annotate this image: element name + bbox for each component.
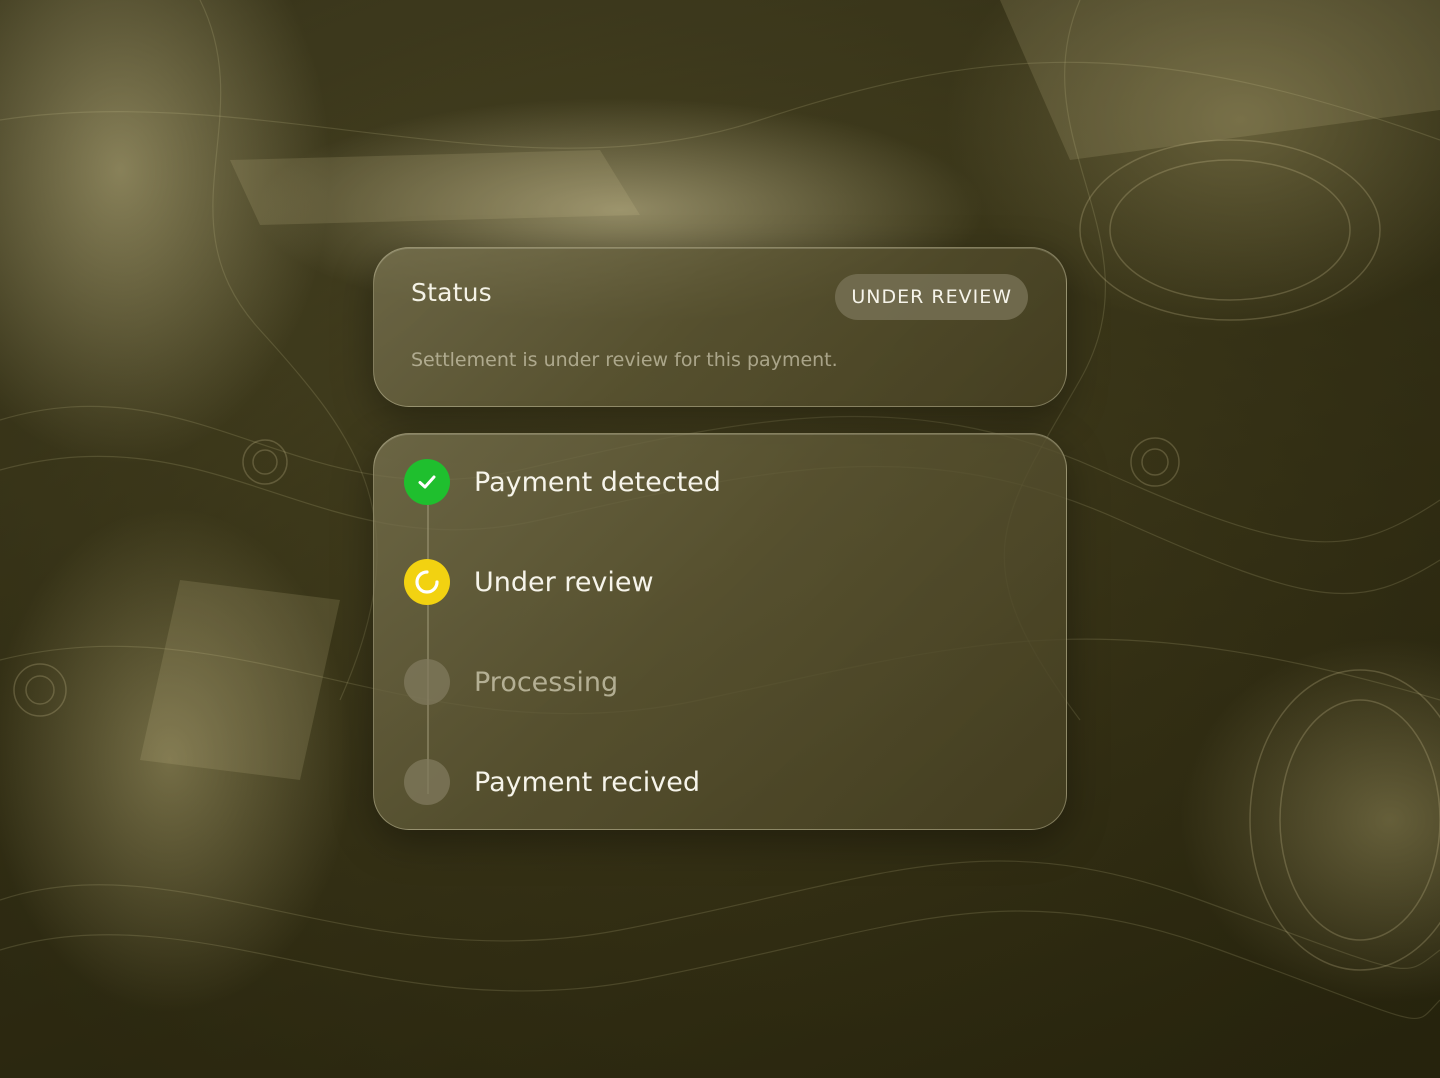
step-payment-detected: Payment detected: [404, 458, 721, 506]
step-payment-received: Payment recived: [404, 758, 700, 806]
step-connector-line: [427, 504, 429, 794]
status-badge: UNDER REVIEW: [835, 274, 1028, 320]
step-label: Payment recived: [474, 766, 700, 798]
step-processing: Processing: [404, 658, 618, 706]
status-description: Settlement is under review for this paym…: [411, 349, 838, 371]
step-label: Under review: [474, 566, 654, 598]
step-under-review: Under review: [404, 558, 654, 606]
pending-circle-icon: [404, 659, 450, 705]
spinner-icon: [404, 559, 450, 605]
progress-steps-card: Payment detected Under review Processing…: [373, 433, 1067, 830]
check-icon: [404, 459, 450, 505]
status-title: Status: [411, 278, 492, 307]
step-label: Payment detected: [474, 466, 721, 498]
step-label: Processing: [474, 666, 619, 698]
status-card: Status UNDER REVIEW Settlement is under …: [373, 247, 1067, 407]
pending-circle-icon: [404, 759, 450, 805]
